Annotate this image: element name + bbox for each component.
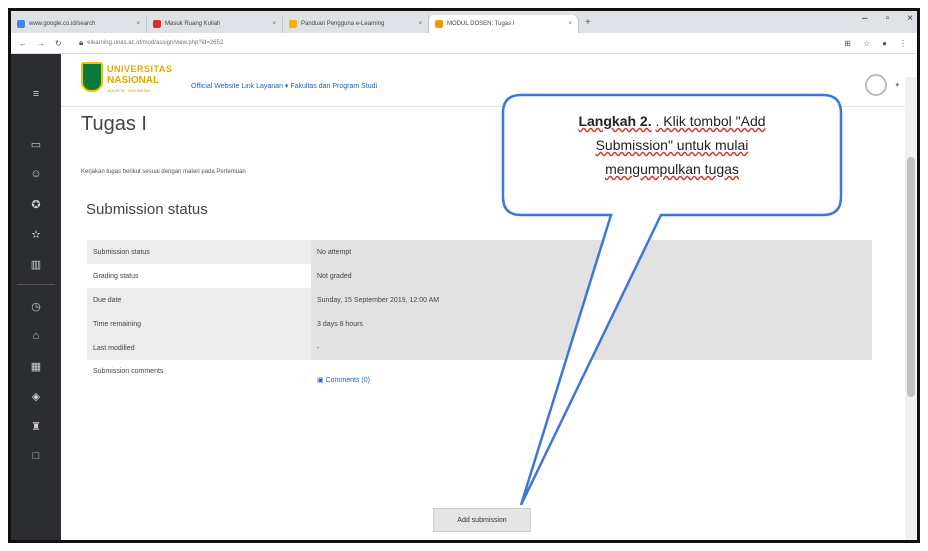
comments-icon[interactable]: ▣	[317, 377, 324, 384]
university-logo[interactable]: UNIVERSITAS NASIONAL JAKARTA · INDONESIA	[81, 62, 181, 98]
screenshot-frame: www.google.co.id/search × Masuk Ruang Ku…	[8, 8, 920, 543]
calendar-icon[interactable]: ▦	[11, 360, 61, 373]
browser-tabbar: www.google.co.id/search × Masuk Ruang Ku…	[11, 11, 917, 33]
home-icon[interactable]: ⌂	[11, 330, 61, 342]
shield-logo-icon	[81, 62, 103, 92]
instruction-callout: Langkah 2. . Klik tombol "Add Submission…	[501, 93, 843, 506]
google-favicon-icon	[17, 20, 25, 28]
course-icon[interactable]: ♜	[11, 420, 61, 433]
page-scrollbar[interactable]	[905, 77, 917, 540]
window-controls: – ▫ ×	[862, 13, 913, 24]
tab-label: www.google.co.id/search	[29, 21, 96, 27]
assignment-description: Kerjakan tugas berikut sesuai dengan mat…	[81, 169, 246, 175]
section-heading: Submission status	[86, 201, 208, 218]
row-value: ▣ Comments (0)	[311, 360, 872, 416]
comments-link[interactable]: Comments (0)	[326, 377, 370, 384]
add-submission-button[interactable]: Add submission	[433, 508, 531, 532]
table-row: Submission comments ▣ Comments (0)	[87, 360, 872, 416]
callout-step: Langkah 2.	[578, 113, 652, 129]
minimize-icon[interactable]: –	[862, 13, 868, 24]
row-label: Submission status	[87, 240, 311, 264]
browser-tab[interactable]: Panduan Pengguna e-Learning ×	[283, 15, 429, 33]
table-row: Submission status No attempt	[87, 240, 872, 264]
logo-text-line1: UNIVERSITAS	[107, 64, 173, 74]
callout-text: Langkah 2. . Klik tombol "Add Submission…	[501, 109, 843, 181]
close-tab-icon[interactable]: ×	[562, 21, 572, 27]
tab-label: Masuk Ruang Kuliah	[165, 21, 221, 27]
dashboard-icon[interactable]: ◷	[11, 300, 61, 313]
logo-text-line2: NASIONAL	[107, 75, 160, 86]
row-label: Due date	[87, 288, 311, 312]
callout-line2: Submission" untuk mulai	[595, 137, 749, 153]
competency-icon[interactable]: ✫	[11, 228, 61, 241]
gmail-favicon-icon	[153, 20, 161, 28]
menu-dots-icon[interactable]: ⋮	[899, 39, 907, 48]
row-label: Submission comments	[87, 360, 311, 416]
profile-icon[interactable]: ●	[882, 39, 887, 48]
restore-icon[interactable]: ▫	[886, 13, 890, 24]
lock-icon: 🔒︎	[79, 38, 84, 47]
browser-tab[interactable]: Masuk Ruang Kuliah ×	[147, 15, 283, 33]
row-label: Last modified	[87, 336, 311, 360]
table-row: Time remaining 3 days 8 hours	[87, 312, 872, 336]
browser-tab[interactable]: www.google.co.id/search ×	[11, 15, 147, 33]
logo-text-line3: JAKARTA · INDONESIA	[107, 88, 150, 93]
table-row: Grading status Not graded	[87, 264, 872, 288]
folder-icon[interactable]: ▭	[11, 138, 61, 151]
browser-tab-active[interactable]: MODUL DOSEN: Tugas I ×	[429, 15, 579, 33]
hamburger-menu-icon[interactable]: ≡	[11, 88, 61, 100]
private-files-icon[interactable]: ◈	[11, 390, 61, 403]
grades-icon[interactable]: ▥	[11, 258, 61, 271]
new-tab-icon[interactable]: +	[579, 17, 597, 28]
moodle-sidebar: ≡ ▭ ☺ ✪ ✫ ▥ ◷ ⌂ ▦ ◈ ♜ □	[11, 54, 61, 540]
tab-label: Panduan Pengguna e-Learning	[301, 21, 385, 27]
row-label: Time remaining	[87, 312, 311, 336]
scrollbar-thumb[interactable]	[907, 157, 915, 397]
sidebar-divider	[17, 284, 55, 285]
close-tab-icon[interactable]: ×	[130, 21, 140, 27]
table-row: Last modified -	[87, 336, 872, 360]
close-tab-icon[interactable]: ×	[412, 21, 422, 27]
top-menu-links[interactable]: Official Website Link Layanan ▾ Fakultas…	[191, 82, 377, 90]
back-icon[interactable]: ←	[19, 39, 27, 48]
table-row: Due date Sunday, 15 September 2019, 12:0…	[87, 288, 872, 312]
forward-icon[interactable]: →	[37, 39, 45, 48]
callout-line3: mengumpulkan tugas	[605, 161, 739, 177]
url-field[interactable]: elearning.unas.ac.id/mod/assign/view.php…	[87, 40, 223, 46]
participants-icon[interactable]: ☺	[11, 168, 61, 180]
close-tab-icon[interactable]: ×	[266, 21, 276, 27]
row-label: Grading status	[87, 264, 311, 288]
submission-status-table: Submission status No attempt Grading sta…	[87, 240, 872, 416]
user-avatar-icon[interactable]	[865, 74, 887, 96]
page-title: Tugas I	[81, 113, 147, 135]
drive-favicon-icon	[289, 20, 297, 28]
badge-icon[interactable]: ✪	[11, 198, 61, 211]
tab-label: MODUL DOSEN: Tugas I	[447, 21, 515, 27]
bookmark-star-icon[interactable]: ☆	[863, 39, 870, 48]
address-bar: ← → ↻ 🔒︎ elearning.unas.ac.id/mod/assign…	[11, 33, 917, 54]
moodle-favicon-icon	[435, 20, 443, 28]
translate-icon[interactable]: ⊞	[844, 39, 851, 48]
row-value: No attempt	[311, 240, 872, 264]
reload-icon[interactable]: ↻	[55, 39, 62, 48]
callout-line1: . Klik tombol "Add	[655, 113, 766, 129]
chevron-down-icon[interactable]: ▾	[895, 81, 899, 89]
window-icon[interactable]: □	[11, 450, 61, 462]
close-window-icon[interactable]: ×	[907, 13, 913, 24]
